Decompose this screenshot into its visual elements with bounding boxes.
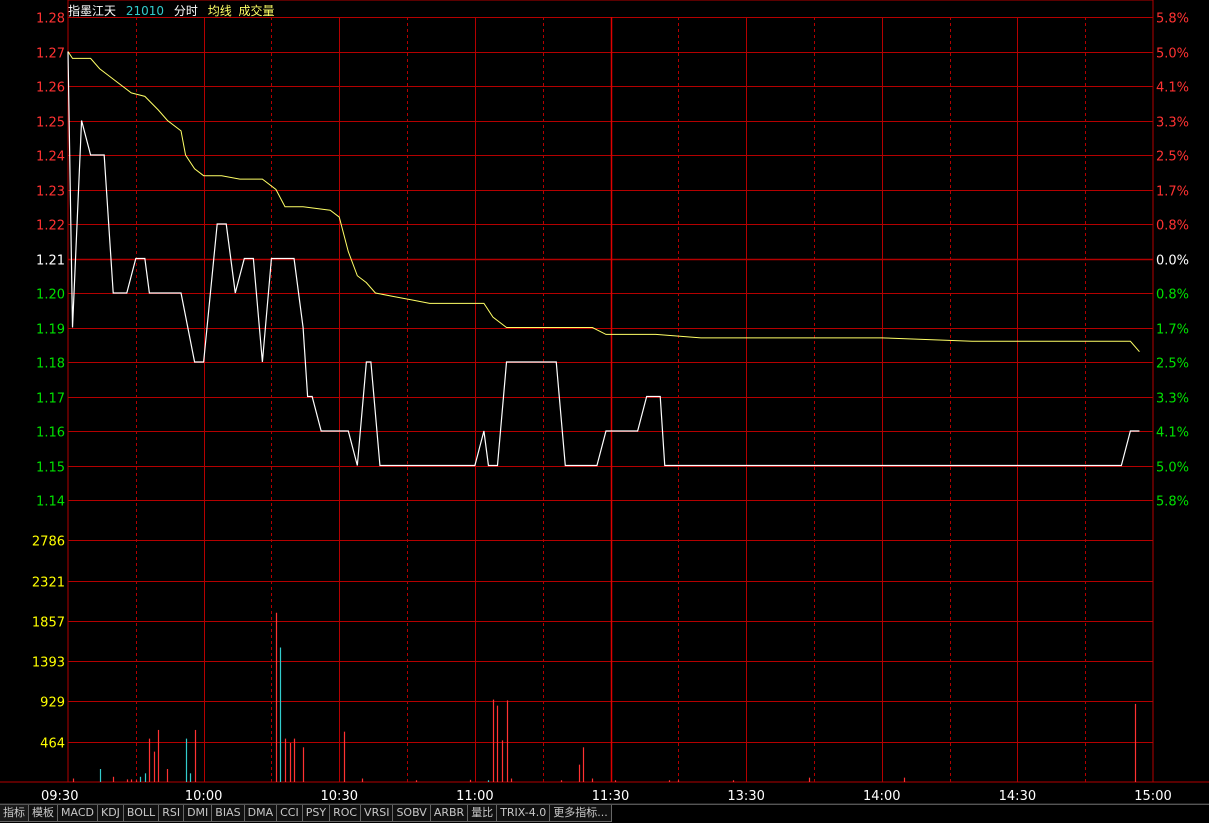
indicator-tab[interactable]: DMI [184, 805, 213, 822]
indicator-toolbar: 指标 模板 MACD KDJ BOLL RSI DMI BIAS DMA CCI PSY ROC VRS… [0, 804, 1209, 823]
price-tick-label: 1.28 [36, 12, 65, 27]
indicator-tab[interactable]: BIAS [212, 805, 245, 822]
indicator-tab[interactable]: BOLL [123, 805, 160, 822]
indicator-tab[interactable]: PSY [302, 805, 331, 822]
chart-header: 指墨江天 21010 分时 均线 成交量 [68, 2, 281, 19]
intraday-chart[interactable]: 1.28 5.8% 1.27 5.0% 1.26 4.1% 1.25 3.3% 1.24 2.5%… [0, 0, 1209, 804]
label-time-share: 分时 [173, 4, 198, 18]
indicator-tab[interactable]: 量比 [468, 805, 498, 822]
indicator-tab[interactable]: VRSI [361, 805, 394, 822]
pct-tick-label: 1.7% [1156, 185, 1189, 200]
price-tick-label: 1.15 [36, 461, 65, 476]
pct-tick-label: 2.5% [1156, 150, 1189, 165]
time-tick-label: 10:00 [185, 789, 222, 804]
volume-tick-label: 2321 [32, 576, 65, 591]
pct-tick-label: 5.0% [1156, 461, 1189, 476]
pct-tick-label: 0.8% [1156, 219, 1189, 234]
time-tick-label: 13:30 [727, 789, 764, 804]
indicator-tab[interactable]: TRIX-4.0 [497, 805, 551, 822]
volume-tick-label: 929 [40, 696, 65, 711]
pct-tick-label: 3.3% [1156, 116, 1189, 131]
volume-tick-label: 2786 [32, 535, 65, 550]
price-tick-label: 1.25 [36, 116, 65, 131]
pct-tick-label: 5.0% [1156, 47, 1189, 62]
pct-tick-label: 4.1% [1156, 426, 1189, 441]
price-tick-label: 1.26 [36, 81, 65, 96]
time-tick-label: 10:30 [321, 789, 358, 804]
price-tick-label: 1.22 [36, 219, 65, 234]
volume-tick-label: 464 [40, 737, 65, 752]
price-tick-label: 1.21 [36, 254, 65, 269]
volume-tick-label: 1857 [32, 616, 65, 631]
plot-frame [67, 0, 1154, 783]
label-volume: 成交量 [238, 4, 275, 18]
stock-name: 指墨江天 [68, 4, 117, 18]
time-tick-label: 11:30 [592, 789, 629, 804]
price-tick-label: 1.14 [36, 495, 65, 510]
pct-tick-label: 0.8% [1156, 288, 1189, 303]
time-tick-label: 14:00 [863, 789, 900, 804]
indicator-tab[interactable]: ROC [330, 805, 362, 822]
price-tick-label: 1.17 [36, 392, 65, 407]
price-tick-label: 1.24 [36, 150, 65, 165]
indicator-tab[interactable]: 指标 [0, 805, 29, 822]
indicator-tab[interactable]: KDJ [97, 805, 124, 822]
price-tick-label: 1.20 [36, 288, 65, 303]
time-tick-label: 15:00 [1134, 789, 1171, 804]
price-tick-label: 1.23 [36, 185, 65, 200]
indicator-tab[interactable]: DMA [244, 805, 278, 822]
label-avg-line: 均线 [207, 4, 232, 18]
stock-code: 21010 [125, 4, 165, 18]
price-tick-label: 1.18 [36, 357, 65, 372]
pct-tick-label: 0.0% [1156, 254, 1189, 269]
indicator-tab[interactable]: 更多指标... [550, 805, 612, 822]
pct-tick-label: 2.5% [1156, 357, 1189, 372]
price-tick-label: 1.27 [36, 47, 65, 62]
indicator-tab[interactable]: CCI [277, 805, 303, 822]
volume-tick-label: 1393 [32, 656, 65, 671]
pct-tick-label: 5.8% [1156, 12, 1189, 27]
avg-price-line [67, 51, 1140, 352]
price-line [67, 51, 1140, 467]
pct-tick-label: 4.1% [1156, 81, 1189, 96]
indicator-tab[interactable]: ARBR [430, 805, 469, 822]
indicator-tab[interactable]: RSI [159, 805, 185, 822]
price-tick-label: 1.16 [36, 426, 65, 441]
time-tick-label: 09:30 [41, 789, 78, 804]
time-tick-label: 11:00 [456, 789, 493, 804]
pct-tick-label: 5.8% [1156, 495, 1189, 510]
price-tick-label: 1.19 [36, 323, 65, 338]
indicator-tab[interactable]: SOBV [393, 805, 431, 822]
pct-tick-label: 3.3% [1156, 392, 1189, 407]
indicator-tab[interactable]: 模板 [29, 805, 58, 822]
indicator-tab[interactable]: MACD [58, 805, 98, 822]
time-tick-label: 14:30 [999, 789, 1036, 804]
pct-tick-label: 1.7% [1156, 323, 1189, 338]
